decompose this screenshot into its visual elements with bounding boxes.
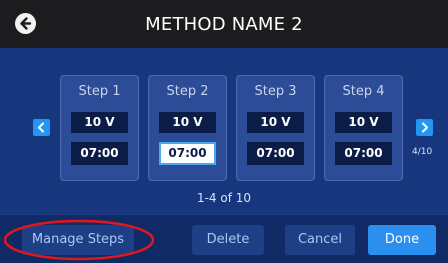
next-page-button[interactable] xyxy=(416,119,433,136)
voltage-field[interactable]: 10 V xyxy=(71,112,128,133)
time-field[interactable]: 07:00 xyxy=(71,142,128,165)
time-field[interactable]: 07:00 xyxy=(335,142,392,165)
step-label: Step 2 xyxy=(166,84,209,99)
step-label: Step 1 xyxy=(78,84,121,99)
step-label: Step 4 xyxy=(342,84,385,99)
step-card-2[interactable]: Step 2 10 V 07:00 xyxy=(148,75,227,181)
range-indicator: 1-4 of 10 xyxy=(196,191,252,205)
page-counter: 4/10 xyxy=(412,147,433,157)
voltage-field[interactable]: 10 V xyxy=(159,112,216,133)
step-label: Step 3 xyxy=(254,84,297,99)
step-card-4[interactable]: Step 4 10 V 07:00 xyxy=(324,75,403,181)
voltage-field[interactable]: 10 V xyxy=(335,112,392,133)
title-bar: METHOD NAME 2 xyxy=(0,0,448,48)
time-field-selected[interactable]: 07:00 xyxy=(159,142,216,165)
voltage-field[interactable]: 10 V xyxy=(247,112,304,133)
page-title: METHOD NAME 2 xyxy=(145,14,303,35)
done-button[interactable]: Done xyxy=(368,225,436,255)
time-field[interactable]: 07:00 xyxy=(247,142,304,165)
cancel-button[interactable]: Cancel xyxy=(285,225,355,255)
chevron-right-icon xyxy=(422,122,428,133)
chevron-left-icon xyxy=(38,122,44,133)
method-editor-screen: METHOD NAME 2 Step 1 10 V 07:00 Step 2 1… xyxy=(0,0,448,263)
step-card-1[interactable]: Step 1 10 V 07:00 xyxy=(60,75,139,181)
manage-steps-button[interactable]: Manage Steps xyxy=(22,225,134,255)
step-card-3[interactable]: Step 3 10 V 07:00 xyxy=(236,75,315,181)
delete-button[interactable]: Delete xyxy=(192,225,264,255)
prev-page-button[interactable] xyxy=(33,119,50,136)
